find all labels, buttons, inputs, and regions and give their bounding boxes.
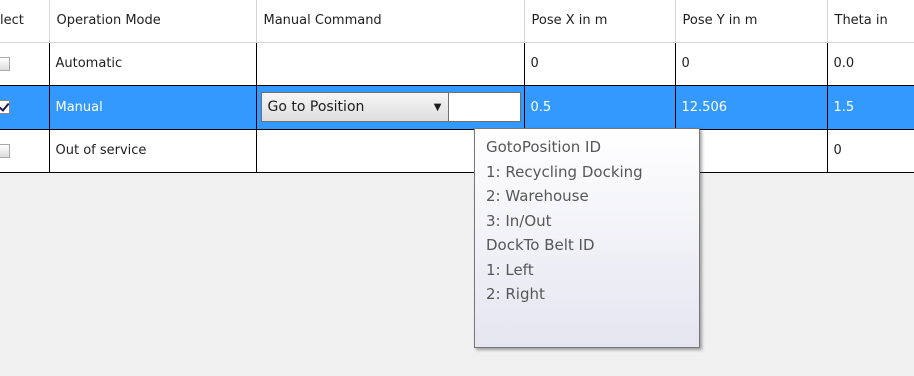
column-header-pose-y[interactable]: Pose Y in m: [675, 0, 828, 43]
column-header-select[interactable]: lect: [0, 0, 50, 43]
select-checkbox[interactable]: [0, 56, 10, 71]
tooltip-line: 3: In/Out: [486, 211, 552, 230]
tooltip-line: DockTo Belt ID: [486, 236, 595, 254]
tooltip-line: 1: Left: [486, 260, 534, 279]
command-help-tooltip: GotoPosition ID 1: Recycling Docking 2: …: [474, 128, 700, 348]
theta-cell[interactable]: 0.0: [827, 42, 914, 86]
manual-command-cell[interactable]: Go to Position ▼: [256, 85, 525, 130]
header-row: lect Operation Mode Manual Command Pose …: [0, 0, 914, 43]
select-checkbox[interactable]: [0, 143, 10, 158]
pose-y-cell[interactable]: 0: [675, 42, 828, 86]
column-header-theta[interactable]: Theta in: [827, 0, 914, 43]
select-cell[interactable]: [0, 129, 50, 173]
table-row[interactable]: Automatic 0 0 0.0: [0, 42, 914, 86]
operation-mode-cell[interactable]: Out of service: [49, 129, 257, 173]
chevron-down-icon[interactable]: ▼: [434, 102, 442, 113]
operation-grid: lect Operation Mode Manual Command Pose …: [0, 0, 914, 173]
tooltip-line: 1: Recycling Docking: [486, 162, 643, 181]
table-row[interactable]: Manual Go to Position ▼ 0.5 12.506 1.5: [0, 85, 914, 130]
column-header-pose-x[interactable]: Pose X in m: [524, 0, 676, 43]
operation-mode-cell[interactable]: Automatic: [49, 42, 257, 86]
column-header-manual-command[interactable]: Manual Command: [256, 0, 525, 43]
manual-command-value: Go to Position: [267, 99, 365, 115]
tooltip-line: 2: Right: [486, 285, 545, 303]
select-checkbox[interactable]: [0, 100, 10, 114]
column-header-operation-mode[interactable]: Operation Mode: [49, 0, 257, 43]
manual-command-editor: Go to Position ▼: [256, 85, 523, 128]
tooltip-line: 2: Warehouse: [486, 187, 589, 205]
operation-mode-cell[interactable]: Manual: [49, 85, 257, 130]
select-cell[interactable]: [0, 42, 50, 86]
tooltip-line: GotoPosition ID: [486, 138, 602, 156]
table-row[interactable]: Out of service 0: [0, 129, 914, 173]
manual-command-cell[interactable]: [256, 42, 525, 86]
select-cell[interactable]: [0, 85, 50, 130]
pose-x-cell[interactable]: 0: [524, 42, 676, 86]
pose-y-cell[interactable]: 12.506: [675, 85, 828, 130]
theta-cell[interactable]: 1.5: [827, 85, 914, 130]
manual-command-param-input[interactable]: [448, 92, 521, 122]
manual-command-dropdown[interactable]: Go to Position ▼: [260, 92, 449, 122]
pose-x-cell[interactable]: 0.5: [524, 85, 676, 130]
theta-cell[interactable]: 0: [827, 129, 914, 173]
